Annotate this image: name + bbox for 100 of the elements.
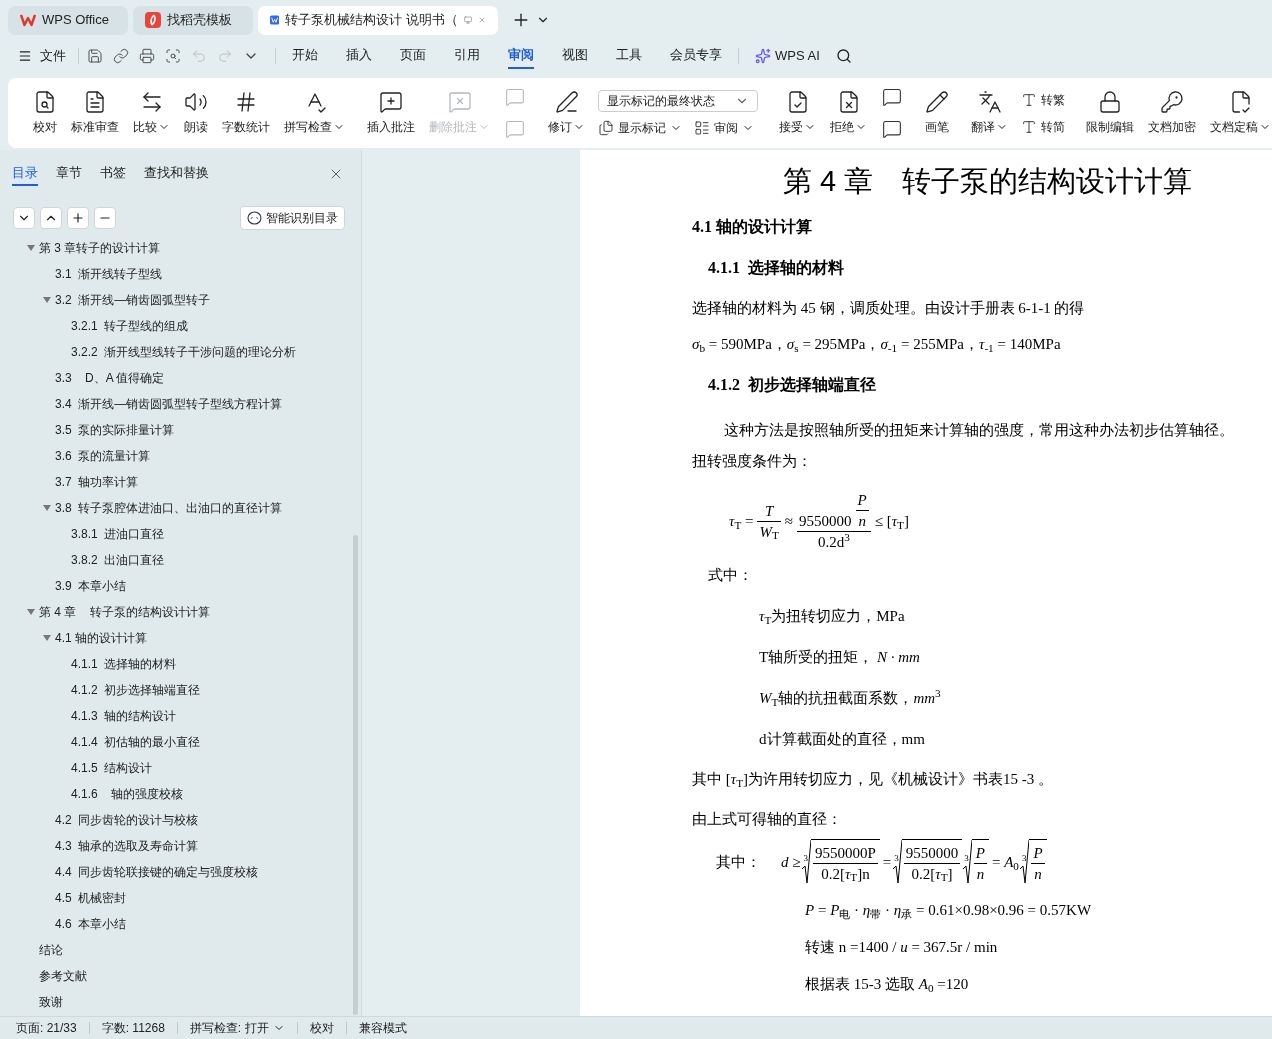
radical-sign-icon — [892, 839, 902, 885]
ribbon-button[interactable]: 限制编辑 — [1081, 82, 1139, 144]
window-tab[interactable]: 转子泵机械结构设计 说明书（ — [258, 5, 498, 35]
ribbon-small-button[interactable]: 转简 — [1021, 117, 1065, 136]
menu-tab[interactable]: 会员专享 — [670, 43, 722, 69]
menu-tab[interactable]: 视图 — [562, 43, 588, 69]
status-item[interactable]: 拼写检查: 打开 — [189, 1019, 285, 1037]
math-text: n — [975, 864, 986, 883]
toc-item[interactable]: 4.1.1 选择轴的材料 — [71, 655, 177, 673]
toc-item[interactable]: 3.8.1 进油口直径 — [71, 525, 165, 543]
toc-item[interactable]: 参考文献 — [39, 967, 87, 985]
ribbon-button[interactable]: 画笔 — [920, 82, 954, 144]
pane-tab[interactable]: 目录 — [12, 162, 38, 186]
ribbon-button[interactable]: 比较 — [128, 82, 175, 144]
status-item[interactable]: 兼容模式 — [358, 1019, 407, 1037]
key-icon — [1160, 90, 1184, 114]
expanded-triangle-icon[interactable] — [43, 504, 51, 512]
ribbon-button[interactable]: 插入批注 — [362, 82, 420, 144]
menu-tab[interactable]: 页面 — [400, 43, 426, 69]
print-icon[interactable] — [139, 48, 155, 64]
expanded-triangle-icon[interactable] — [27, 608, 35, 616]
toc-item[interactable]: 4.5 机械密封 — [55, 889, 127, 907]
pane-tab[interactable]: 章节 — [56, 162, 82, 186]
toc-item[interactable]: 4.4 同步齿轮联接键的确定与强度校核 — [55, 863, 259, 881]
ribbon-small-button[interactable]: 转繁 — [1021, 90, 1065, 109]
expand-button[interactable] — [40, 207, 62, 229]
pane-tab[interactable]: 书签 — [100, 162, 126, 186]
markup-select[interactable]: 显示标记的最终状态 — [598, 89, 758, 112]
toc-item[interactable]: 3.1 渐开线转子型线 — [55, 265, 163, 283]
toc-item[interactable]: 3.6 泵的流量计算 — [55, 447, 151, 465]
toc-item[interactable]: 4.1.6 轴的强度校核 — [71, 785, 184, 803]
file-menu-button[interactable]: 文件 — [18, 46, 66, 66]
math-text: T — [764, 501, 775, 520]
link-icon[interactable] — [113, 48, 129, 64]
toc-item[interactable]: 4.3 轴承的选取及寿命计算 — [55, 837, 199, 855]
toc-item[interactable]: 4.1.5 结构设计 — [71, 759, 153, 777]
root-index: 3 — [894, 852, 899, 866]
ribbon-button[interactable]: 文档定稿 — [1205, 82, 1272, 144]
ribbon-button[interactable]: 标准审查 — [66, 82, 124, 144]
ribbon-button[interactable]: 翻译 — [966, 82, 1013, 144]
toc-item[interactable]: 3.8.2 出油口直径 — [71, 551, 165, 569]
search-icon[interactable] — [835, 48, 852, 64]
toc-item[interactable]: 3.9 本章小结 — [55, 577, 127, 595]
toc-item[interactable]: 第 4 章 转子泵的结构设计计算 — [39, 603, 210, 621]
tab-title: 找稻壳模板 — [167, 11, 232, 30]
files-icon — [598, 119, 614, 136]
toc-item[interactable]: 3.2.2 渐开线型线转子干涉问题的理论分析 — [71, 343, 297, 361]
smart-toc-button[interactable]: 智能识别目录 — [240, 206, 345, 230]
menu-tab[interactable]: 审阅 — [508, 43, 534, 69]
ribbon-button[interactable]: 校对 — [28, 82, 62, 144]
status-item[interactable]: 字数: 11268 — [101, 1019, 165, 1037]
ribbon-small-button[interactable]: 审阅 — [694, 118, 754, 137]
toc-item[interactable]: 4.6 本章小结 — [55, 915, 127, 933]
ribbon-button[interactable]: 朗读 — [179, 82, 213, 144]
collapse-button[interactable] — [13, 207, 35, 229]
toc-item[interactable]: 3.8 转子泵腔体进油口、出油口的直径计算 — [55, 499, 283, 517]
scrollbar-thumb[interactable] — [353, 535, 358, 1015]
pane-tab[interactable]: 查找和替换 — [144, 162, 209, 186]
expanded-triangle-icon[interactable] — [43, 634, 51, 642]
ribbon-button[interactable]: 接受 — [774, 82, 821, 144]
window-tab[interactable]: 找稻壳模板 — [133, 5, 253, 35]
remove-button[interactable] — [94, 207, 116, 229]
expanded-triangle-icon[interactable] — [43, 296, 51, 304]
status-item[interactable]: 校对 — [309, 1019, 334, 1037]
print-preview-icon[interactable] — [165, 48, 181, 64]
ribbon-button[interactable]: 拼写检查 — [279, 82, 350, 144]
toc-item[interactable]: 结论 — [39, 941, 63, 959]
paragraph-line: 这种方法是按照轴所受的扭矩来计算轴的强度，常用这种办法初步估算轴径。 — [724, 421, 1234, 440]
document-icon — [83, 90, 107, 114]
toc-item[interactable]: 3.4 渐开线—销齿圆弧型转子型线方程计算 — [55, 395, 283, 413]
toc-item[interactable]: 第 3 章转子的设计计算 — [39, 239, 161, 257]
toc-item[interactable]: 3.2.1 转子型线的组成 — [71, 317, 189, 335]
ribbon-button[interactable]: 拒绝 — [825, 82, 872, 144]
toc-item[interactable]: 3.5 泵的实际排量计算 — [55, 421, 175, 439]
expanded-triangle-icon[interactable] — [27, 244, 35, 252]
toc-item[interactable]: 3.3 D、A 值得确定 — [55, 369, 165, 387]
toc-item[interactable]: 3.7 轴功率计算 — [55, 473, 139, 491]
add-button[interactable] — [67, 207, 89, 229]
toc-item[interactable]: 4.1.2 初步选择轴端直径 — [71, 681, 201, 699]
ribbon-button[interactable]: 字数统计 — [217, 82, 275, 144]
toc-item[interactable]: 4.1.4 初估轴的最小直径 — [71, 733, 201, 751]
menu-tab[interactable]: 插入 — [346, 43, 372, 69]
ribbon-button[interactable]: 修订 — [543, 82, 590, 144]
math-text: ≈ — [783, 511, 795, 531]
smart-icon — [247, 211, 262, 225]
window-tab[interactable]: WPS Office — [8, 5, 128, 35]
toc-item[interactable]: 3.2 渐开线—销齿圆弧型转子 — [55, 291, 211, 309]
toc-item[interactable]: 4.1.3 轴的结构设计 — [71, 707, 177, 725]
menu-tab[interactable]: 引用 — [454, 43, 480, 69]
ribbon-small-button[interactable]: 显示标记 — [598, 118, 682, 137]
definition-line: τ$_{T}$为扭转切应力，MPa — [759, 607, 905, 628]
ai-button[interactable]: WPS AI — [755, 46, 820, 66]
menu-tab[interactable]: 开始 — [292, 43, 318, 69]
toc-item[interactable]: 致谢 — [39, 993, 63, 1011]
ribbon-button[interactable]: 文档加密 — [1143, 82, 1201, 144]
toc-item[interactable]: 4.1 轴的设计计算 — [55, 629, 147, 647]
menu-tab[interactable]: 工具 — [616, 43, 642, 69]
status-item[interactable]: 页面: 21/33 — [16, 1019, 77, 1037]
toc-item[interactable]: 4.2 同步齿轮的设计与校核 — [55, 811, 199, 829]
save-icon[interactable] — [87, 48, 103, 64]
